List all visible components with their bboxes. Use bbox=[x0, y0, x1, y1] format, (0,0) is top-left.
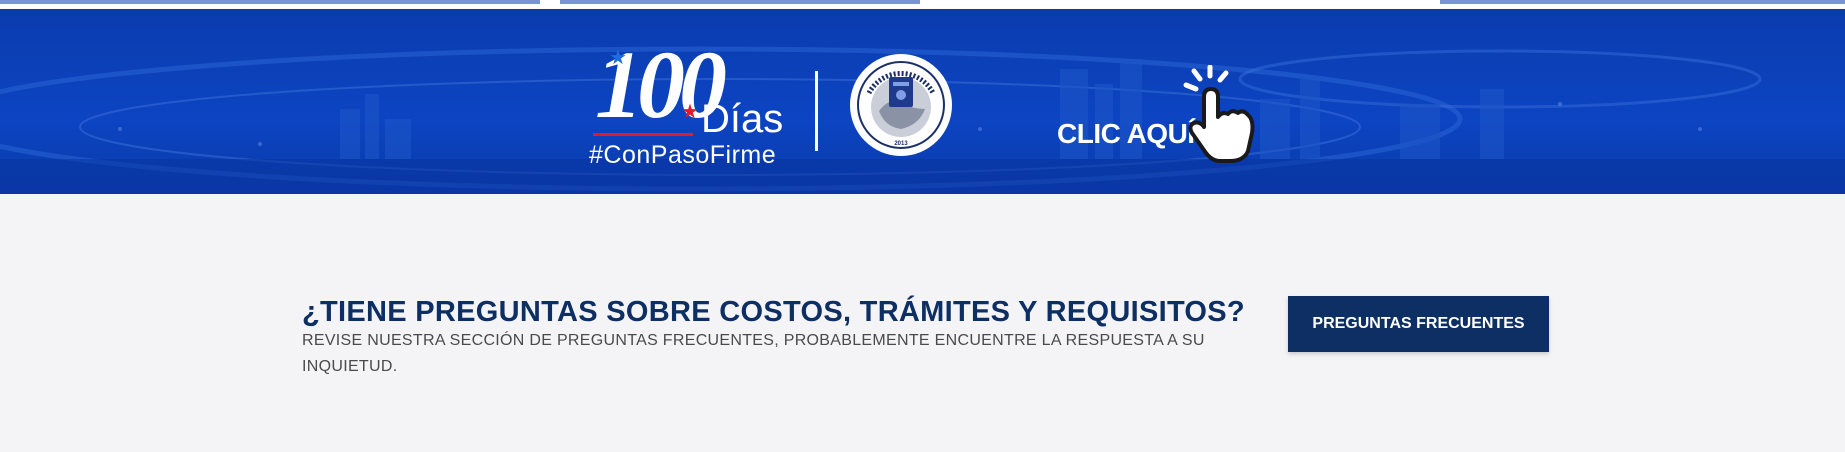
passport-seal-icon: 2013 bbox=[850, 54, 952, 156]
100-dias-logo: 100 ★ ★ Días #ConPasoFirme bbox=[585, 37, 795, 172]
logo-word: Días bbox=[701, 97, 784, 141]
campaign-hashtag: #ConPasoFirme bbox=[589, 141, 777, 169]
faq-heading: ¿TIENE PREGUNTAS SOBRE COSTOS, TRÁMITES … bbox=[302, 296, 1245, 328]
campaign-banner[interactable]: 100 ★ ★ Días #ConPasoFirme 2013 CLIC AQU… bbox=[0, 9, 1845, 194]
strip-segment bbox=[560, 0, 920, 4]
logo-underline bbox=[593, 133, 693, 136]
star-icon: ★ bbox=[609, 47, 627, 69]
strip-segment bbox=[0, 0, 540, 4]
seal-year: 2013 bbox=[894, 141, 908, 147]
logo-divider bbox=[815, 71, 818, 151]
preguntas-frecuentes-button[interactable]: PREGUNTAS FRECUENTES bbox=[1288, 296, 1549, 352]
pointing-hand-icon[interactable] bbox=[1180, 65, 1260, 165]
strip-segment bbox=[1440, 0, 1845, 4]
star-icon: ★ bbox=[681, 101, 699, 123]
clic-aqui-label[interactable]: CLIC AQUÍ bbox=[1057, 118, 1195, 150]
faq-description: REVISE NUESTRA SECCIÓN DE PREGUNTAS FREC… bbox=[302, 332, 1205, 375]
